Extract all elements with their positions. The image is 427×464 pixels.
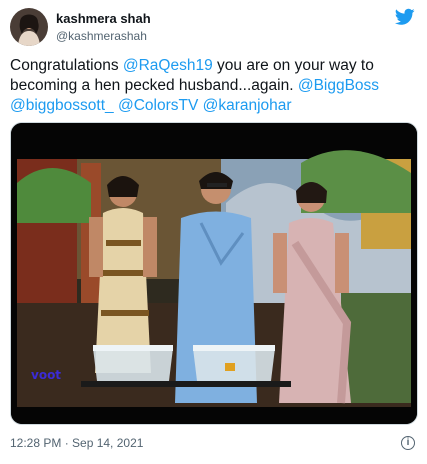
profile-avatar[interactable] bbox=[10, 8, 48, 46]
author-block: kashmera shah @kashmerashah bbox=[56, 11, 151, 44]
avatar-image bbox=[10, 8, 48, 46]
tweet-text: Congratulations @RaQesh19 you are on you… bbox=[10, 56, 410, 116]
tweet-header: kashmera shah @kashmerashah bbox=[10, 8, 417, 48]
mention-raqesh19[interactable]: @RaQesh19 bbox=[123, 57, 213, 74]
twitter-bird-icon[interactable] bbox=[394, 8, 415, 26]
voot-watermark: voot bbox=[31, 368, 62, 382]
tweet-timestamp[interactable]: 12:28 PM · Sep 14, 2021 bbox=[10, 436, 143, 450]
author-display-name[interactable]: kashmera shah bbox=[56, 11, 151, 27]
mention-colorstv[interactable]: @ColorsTV bbox=[118, 97, 198, 114]
mention-biggboss[interactable]: @BiggBoss bbox=[298, 77, 379, 94]
author-handle[interactable]: @kashmerashah bbox=[56, 28, 151, 44]
tweet-card: kashmera shah @kashmerashah Congratulati… bbox=[0, 0, 427, 464]
mention-karanjohar[interactable]: @karanjohar bbox=[203, 97, 292, 114]
mention-biggbossott[interactable]: @biggbossott_ bbox=[10, 97, 114, 114]
media-image bbox=[11, 123, 417, 424]
tweet-footer: 12:28 PM · Sep 14, 2021 i bbox=[10, 433, 417, 453]
tweet-media[interactable]: voot bbox=[10, 122, 418, 425]
info-icon[interactable]: i bbox=[401, 436, 415, 450]
tweet-text-lead: Congratulations bbox=[10, 57, 123, 74]
